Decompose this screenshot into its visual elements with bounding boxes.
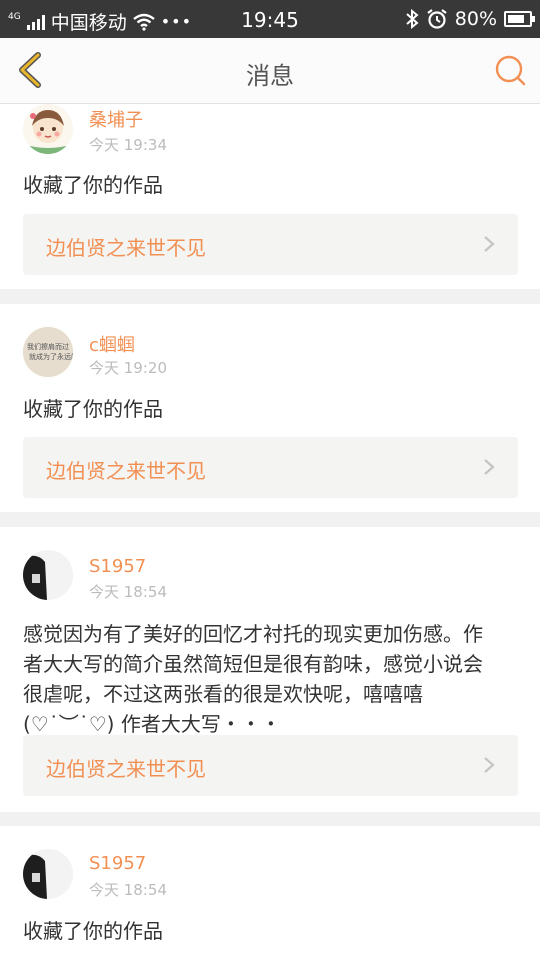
avatar-handwriting-line: 我们擦肩而过	[27, 342, 69, 351]
dark-photo-avatar[interactable]	[23, 849, 73, 899]
nav-bar: 消息	[0, 38, 540, 104]
username[interactable]: S1957	[89, 853, 146, 874]
username[interactable]: S1957	[89, 556, 146, 577]
bluetooth-icon	[406, 9, 419, 29]
message-card: 我们擦肩而过 就成为了永远的 c蝈蝈 今天 19:20 收藏了你的作品 边伯贤之…	[0, 304, 540, 512]
handwriting-avatar[interactable]: 我们擦肩而过 就成为了永远的	[23, 327, 73, 377]
page-title: 消息	[246, 62, 294, 90]
message-time: 今天 18:54	[89, 583, 167, 601]
message-time: 今天 19:34	[89, 136, 167, 154]
chevron-right-icon	[484, 757, 495, 773]
message-card: 桑埔子 今天 19:34 收藏了你的作品 边伯贤之来世不见	[0, 104, 540, 289]
message-text: 收藏了你的作品	[23, 919, 163, 943]
status-right: 80%	[405, 8, 535, 30]
message-text: 收藏了你的作品	[23, 173, 163, 197]
search-icon[interactable]	[492, 52, 528, 88]
message-text: 收藏了你的作品	[23, 397, 163, 421]
work-title: 边伯贤之来世不见	[46, 459, 206, 483]
chevron-right-icon	[484, 236, 495, 252]
message-text-line: 者大大写的简介虽然简短但是很有韵味，感觉小说会	[23, 652, 483, 676]
message-time: 今天 18:54	[89, 881, 167, 899]
battery-icon	[504, 11, 535, 27]
message-card: S1957 今天 18:54 感觉因为有了美好的回忆才衬托的现实更加伤感。作 者…	[0, 527, 540, 812]
message-text: 感觉因为有了美好的回忆才衬托的现实更加伤感。作 者大大写的简介虽然简短但是很有韵…	[23, 619, 518, 739]
username[interactable]: c蝈蝈	[89, 331, 135, 357]
cartoon-girl-avatar[interactable]	[23, 104, 73, 154]
message-card: S1957 今天 18:54 收藏了你的作品	[0, 826, 540, 960]
message-text-line: 感觉因为有了美好的回忆才衬托的现实更加伤感。作	[23, 622, 483, 646]
work-link[interactable]: 边伯贤之来世不见	[23, 437, 518, 498]
status-bar: 4G 中国移动 ••• 19:45 80%	[0, 0, 540, 38]
username[interactable]: 桑埔子	[89, 106, 143, 132]
message-text-line: 很虐呢，不过这两张看的很是欢快呢，嘻嘻嘻	[23, 682, 423, 706]
alarm-icon	[427, 9, 447, 29]
message-time: 今天 19:20	[89, 359, 167, 377]
message-list[interactable]: 桑埔子 今天 19:34 收藏了你的作品 边伯贤之来世不见 我们擦肩而过 就成为…	[0, 104, 540, 960]
work-title: 边伯贤之来世不见	[46, 757, 206, 781]
avatar-handwriting-line: 就成为了永远的	[29, 352, 73, 361]
work-title: 边伯贤之来世不见	[46, 236, 206, 260]
battery-percent: 80%	[454, 8, 497, 30]
work-link[interactable]: 边伯贤之来世不见	[23, 735, 518, 796]
chevron-right-icon	[484, 459, 495, 475]
dark-photo-avatar[interactable]	[23, 550, 73, 600]
work-link[interactable]: 边伯贤之来世不见	[23, 214, 518, 275]
